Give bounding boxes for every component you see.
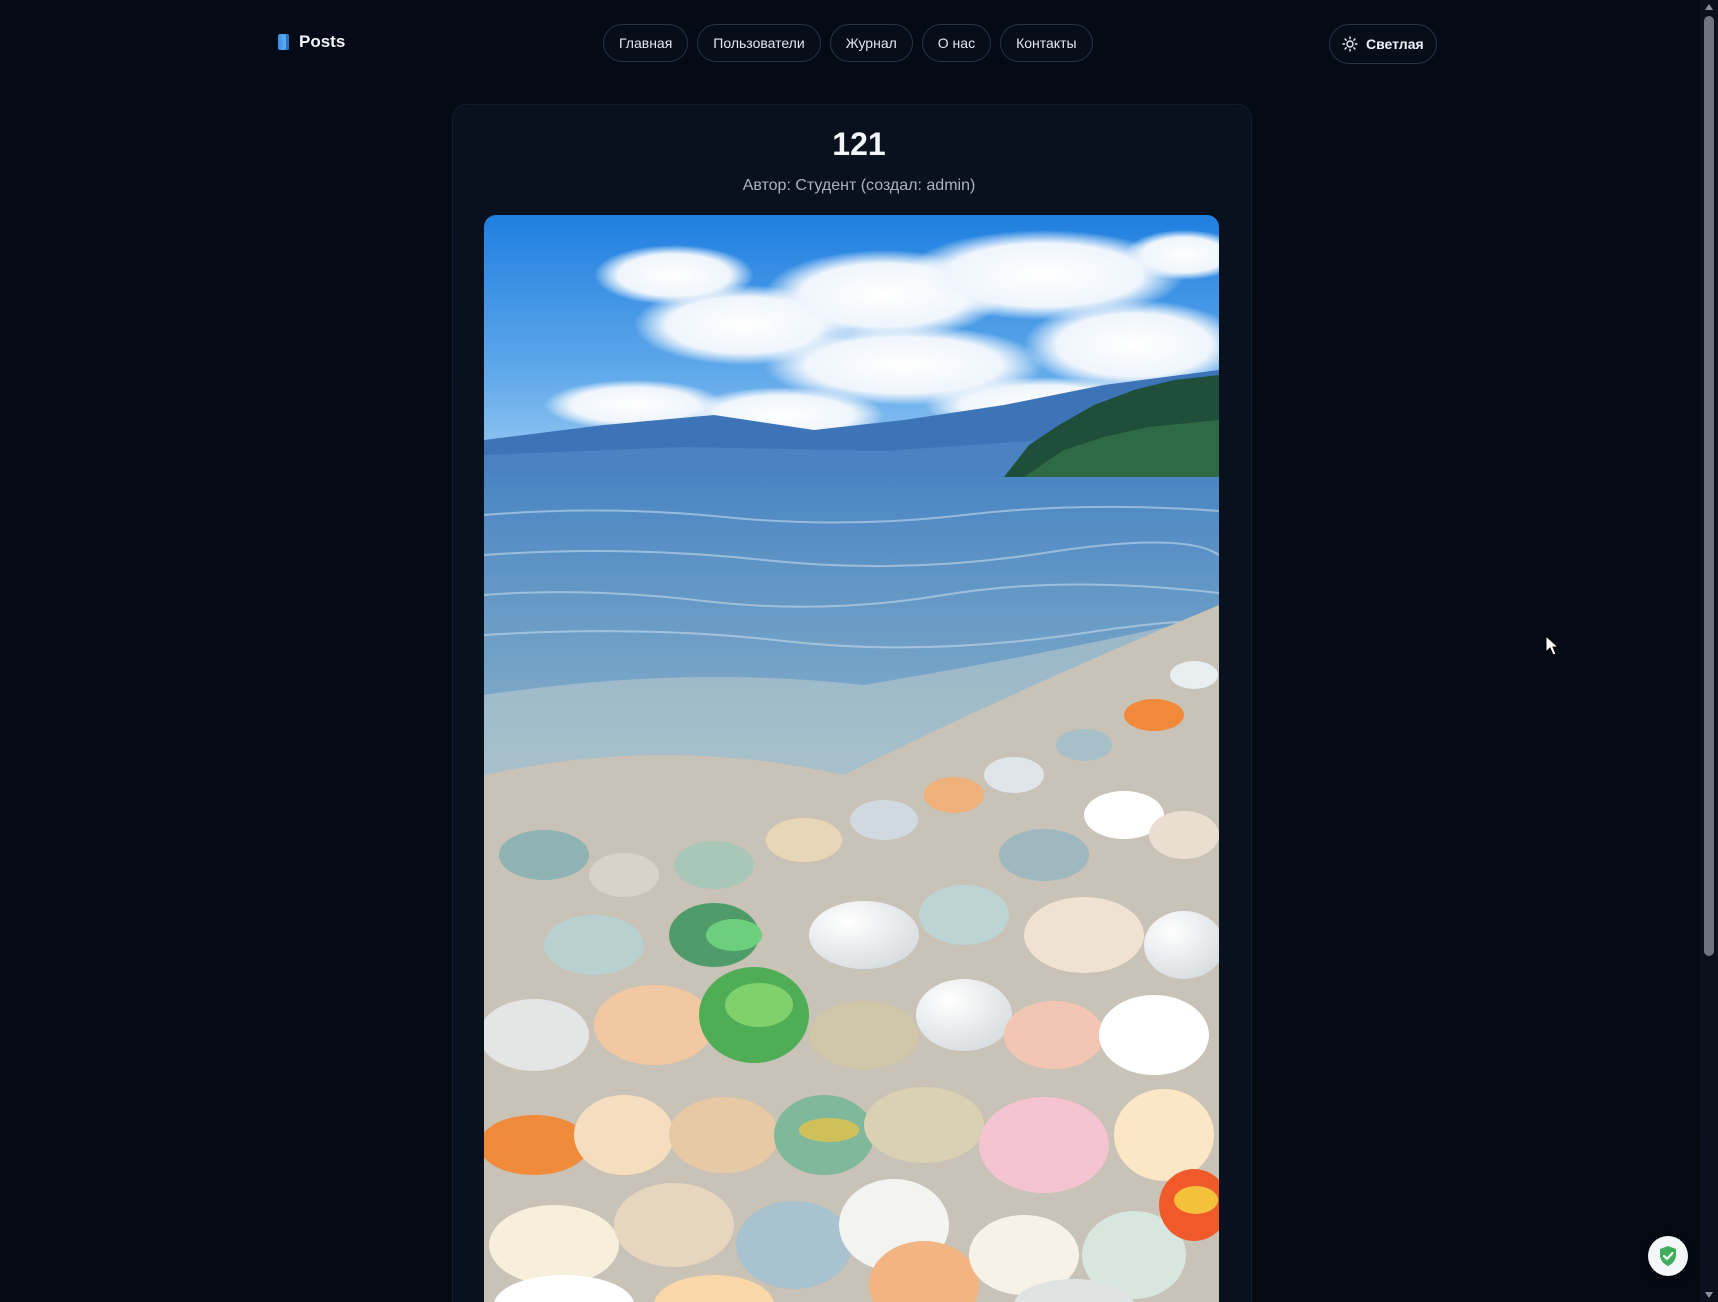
- scrollbar[interactable]: [1700, 0, 1718, 1302]
- pebble-beach-photo: [484, 215, 1219, 1302]
- scroll-thumb[interactable]: [1704, 16, 1714, 956]
- sun-icon: [1342, 36, 1358, 52]
- post-image: [484, 215, 1219, 1302]
- book-icon: [278, 34, 289, 50]
- shield-check-icon: [1660, 1246, 1676, 1266]
- site-header: Posts Главная Пользователи Журнал О нас …: [0, 0, 1700, 88]
- shield-button[interactable]: [1648, 1236, 1688, 1276]
- nav-item-home[interactable]: Главная: [603, 24, 689, 62]
- theme-toggle-label: Светлая: [1366, 36, 1424, 52]
- nav-item-journal[interactable]: Журнал: [829, 24, 913, 62]
- theme-toggle-button[interactable]: Светлая: [1329, 24, 1437, 64]
- page: Posts Главная Пользователи Журнал О нас …: [0, 0, 1718, 1302]
- scroll-up-icon[interactable]: [1705, 4, 1713, 10]
- scroll-down-icon[interactable]: [1705, 1292, 1713, 1298]
- nav-item-users[interactable]: Пользователи: [697, 24, 821, 62]
- nav-item-contacts[interactable]: Контакты: [1000, 24, 1093, 62]
- mouse-cursor-icon: [1545, 635, 1559, 656]
- post-author: Автор: Студент (создал: admin): [742, 177, 976, 194]
- post-title: 121: [832, 126, 886, 162]
- brand-label: Posts: [299, 32, 346, 51]
- main-nav: Главная Пользователи Журнал О нас Контак…: [603, 24, 1093, 62]
- nav-item-about[interactable]: О нас: [921, 24, 992, 62]
- brand-link[interactable]: Posts: [278, 32, 345, 52]
